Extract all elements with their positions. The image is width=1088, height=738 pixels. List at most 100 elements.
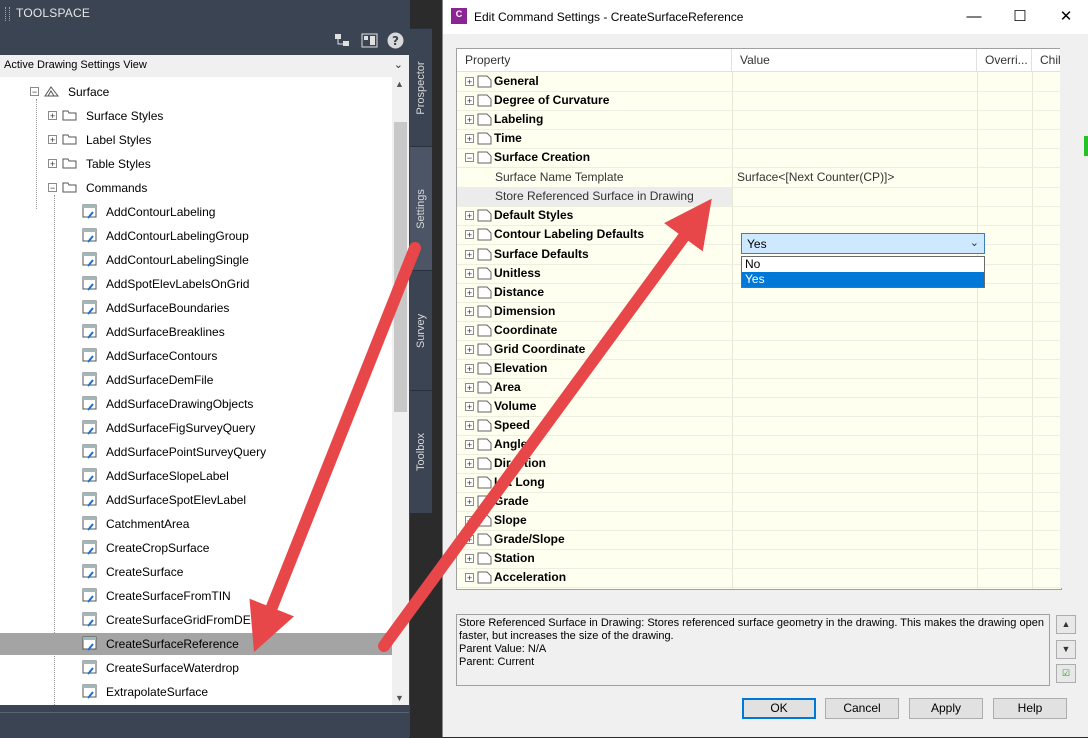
scroll-up-icon[interactable]: ▲: [395, 79, 404, 89]
column-header-value[interactable]: Value: [732, 49, 977, 71]
grip-handle-icon[interactable]: [5, 7, 10, 21]
tree-item-label-styles[interactable]: + Label Styles: [0, 129, 392, 151]
collapse-icon[interactable]: −: [465, 153, 474, 163]
tree-item-surface[interactable]: − Surface: [0, 81, 392, 103]
apply-button[interactable]: Apply: [909, 698, 983, 719]
tree-item-table-styles[interactable]: + Table Styles: [0, 153, 392, 175]
property-row[interactable]: + Station: [457, 549, 1061, 568]
property-row[interactable]: + Coordinate: [457, 321, 1061, 340]
scroll-down-icon[interactable]: ▼: [1056, 640, 1076, 659]
cancel-button[interactable]: Cancel: [825, 698, 899, 719]
checkbox-icon[interactable]: ☑: [1056, 664, 1076, 683]
expand-icon[interactable]: +: [465, 440, 474, 450]
tree-item-command[interactable]: CreateSurfaceWaterdrop: [0, 657, 392, 679]
tree-item-command[interactable]: AddSurfaceSpotElevLabel: [0, 489, 392, 511]
close-button[interactable]: ✕: [1043, 0, 1088, 34]
grid-vertical-scrollbar[interactable]: [1060, 48, 1070, 588]
tree-item-command[interactable]: CreateSurfaceFromTIN: [0, 585, 392, 607]
expand-icon[interactable]: +: [465, 134, 474, 144]
expand-icon[interactable]: +: [465, 421, 474, 431]
property-row[interactable]: + Lat Long: [457, 473, 1061, 492]
property-row[interactable]: + Grid Coordinate: [457, 340, 1061, 359]
tree-item-command[interactable]: CreateSurface: [0, 561, 392, 583]
property-row[interactable]: + Angle: [457, 435, 1061, 454]
tab-prospector[interactable]: Prospector: [410, 28, 432, 147]
store-referenced-surface-dropdown[interactable]: Yes ⌄: [741, 233, 985, 254]
maximize-button[interactable]: ☐: [997, 0, 1043, 34]
dropdown-option-yes[interactable]: Yes: [742, 272, 984, 287]
property-row[interactable]: + Volume: [457, 397, 1061, 416]
expand-icon[interactable]: +: [48, 111, 57, 121]
expand-icon[interactable]: +: [465, 402, 474, 412]
expand-icon[interactable]: +: [465, 115, 474, 125]
expand-icon[interactable]: +: [465, 288, 474, 298]
toolspace-title-bar[interactable]: TOOLSPACE: [0, 0, 410, 27]
property-row[interactable]: + Grade/Slope: [457, 530, 1061, 549]
expand-icon[interactable]: +: [465, 383, 474, 393]
dropdown-option-no[interactable]: No: [742, 257, 984, 272]
property-row[interactable]: + Degree of Curvature: [457, 91, 1061, 110]
tree-item-command[interactable]: AddContourLabelingGroup: [0, 225, 392, 247]
property-row[interactable]: Store Referenced Surface in Drawing: [457, 187, 732, 206]
property-row[interactable]: − Surface Creation: [457, 148, 1061, 167]
tree-item-command[interactable]: CreateSurfaceGridFromDEM: [0, 609, 392, 631]
expand-icon[interactable]: +: [465, 535, 474, 545]
tree-item-command[interactable]: AddSurfaceBoundaries: [0, 297, 392, 319]
expand-icon[interactable]: +: [465, 459, 474, 469]
property-row[interactable]: + General: [457, 72, 1061, 91]
tree-item-surface-styles[interactable]: + Surface Styles: [0, 105, 392, 127]
tree-item-command[interactable]: AddSurfaceContours: [0, 345, 392, 367]
expand-icon[interactable]: +: [465, 211, 474, 221]
tree-item-command[interactable]: AddSurfaceDrawingObjects: [0, 393, 392, 415]
scroll-up-icon[interactable]: ▲: [1056, 615, 1076, 634]
tree-item-commands[interactable]: − Commands: [0, 177, 392, 199]
column-header-override[interactable]: Overri...: [977, 49, 1032, 71]
expand-icon[interactable]: +: [465, 478, 474, 488]
tree-item-command[interactable]: CreateCropSurface: [0, 537, 392, 559]
expand-icon[interactable]: +: [465, 554, 474, 564]
tree-item-command[interactable]: AddContourLabelingSingle: [0, 249, 392, 271]
scroll-down-icon[interactable]: ▼: [395, 693, 404, 703]
help-icon[interactable]: ?: [387, 32, 404, 49]
help-button[interactable]: Help: [993, 698, 1067, 719]
property-row[interactable]: + Elevation: [457, 359, 1061, 378]
property-row[interactable]: + Labeling: [457, 110, 1061, 129]
property-row[interactable]: + Area: [457, 378, 1061, 397]
scrollbar-thumb[interactable]: [394, 122, 407, 412]
expand-icon[interactable]: +: [465, 573, 474, 583]
chevron-down-icon[interactable]: ⌄: [970, 236, 979, 249]
tree-item-command[interactable]: AddSurfaceDemFile: [0, 369, 392, 391]
tree-item-command[interactable]: AddSurfacePointSurveyQuery: [0, 441, 392, 463]
property-row[interactable]: + Slope: [457, 511, 1061, 530]
property-row[interactable]: + Grade: [457, 492, 1061, 511]
expand-icon[interactable]: +: [465, 230, 474, 240]
tab-toolbox[interactable]: Toolbox: [410, 390, 432, 513]
expand-icon[interactable]: +: [465, 497, 474, 507]
expand-icon[interactable]: +: [465, 307, 474, 317]
expand-icon[interactable]: +: [48, 135, 57, 145]
expand-icon[interactable]: +: [465, 516, 474, 526]
expand-icon[interactable]: +: [465, 250, 474, 260]
property-row[interactable]: + Dimension: [457, 302, 1061, 321]
column-header-child[interactable]: Chil: [1032, 49, 1061, 71]
chevron-down-icon[interactable]: ⌄: [394, 58, 403, 71]
expand-icon[interactable]: +: [465, 326, 474, 336]
tree-item-command[interactable]: CreateSurfaceReference: [0, 633, 392, 655]
tree-item-command[interactable]: AddSpotElevLabelsOnGrid: [0, 273, 392, 295]
column-header-property[interactable]: Property: [457, 49, 732, 71]
minimize-button[interactable]: —: [951, 0, 997, 34]
ok-button[interactable]: OK: [742, 698, 816, 719]
tree-item-command[interactable]: AddSurfaceBreaklines: [0, 321, 392, 343]
expand-icon[interactable]: +: [465, 77, 474, 87]
tree-item-command[interactable]: CatchmentArea: [0, 513, 392, 535]
expand-icon[interactable]: +: [465, 96, 474, 106]
expand-icon[interactable]: +: [465, 345, 474, 355]
collapse-icon[interactable]: −: [30, 87, 39, 97]
tree-item-command[interactable]: AddSurfaceSlopeLabel: [0, 465, 392, 487]
property-row[interactable]: Surface Name Template Surface<[Next Count…: [457, 168, 1061, 187]
property-row[interactable]: + Direction: [457, 454, 1061, 473]
expand-icon[interactable]: +: [465, 364, 474, 374]
tree-vertical-scrollbar[interactable]: ▲ ▼: [392, 77, 409, 705]
property-row[interactable]: + Speed: [457, 416, 1061, 435]
collapse-icon[interactable]: −: [48, 183, 57, 193]
